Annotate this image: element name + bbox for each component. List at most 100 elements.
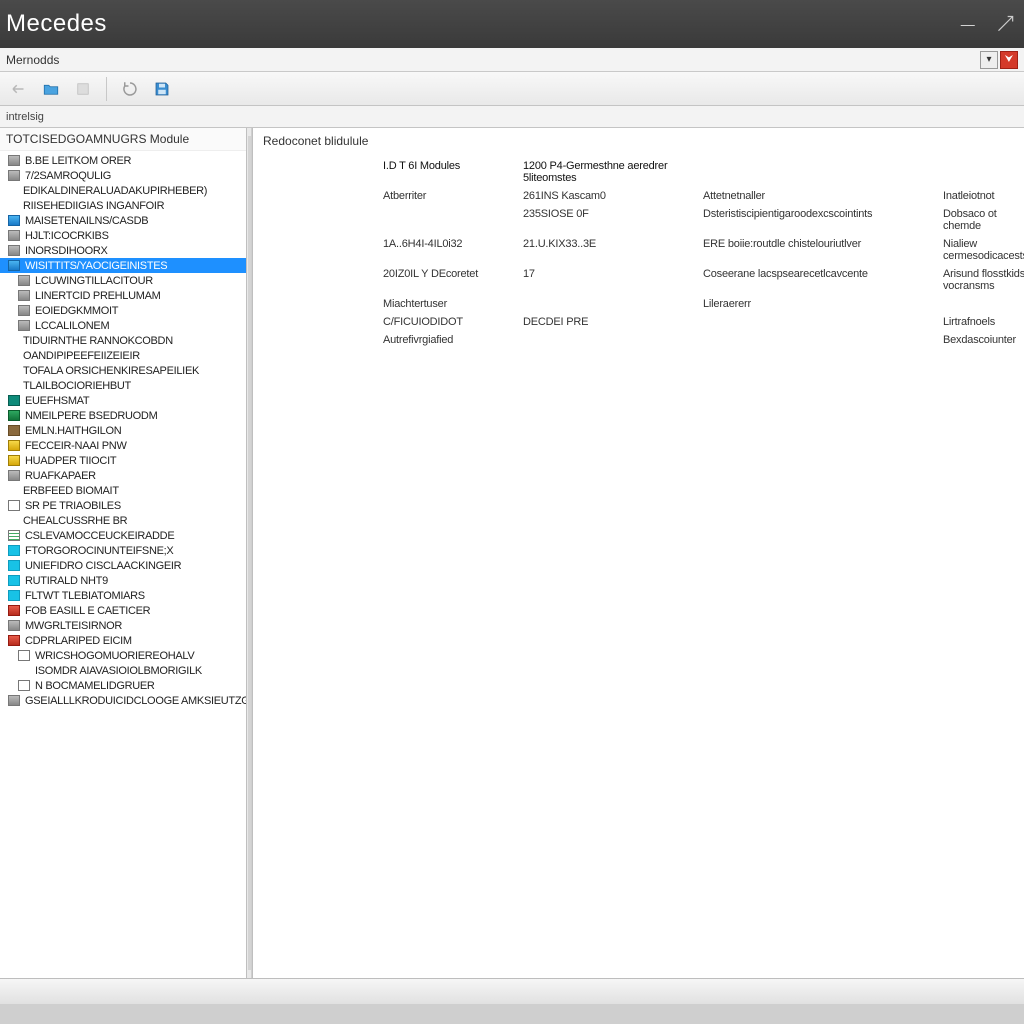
module-icon: [8, 230, 20, 241]
tree-item[interactable]: HUADPER TIIOCIT: [0, 453, 246, 468]
tree-item-label: WRICSHOGOMUORIEREOHALV: [35, 650, 194, 662]
tree-item[interactable]: SR PE TRIAOBILES: [0, 498, 246, 513]
app-title: Mecedes: [6, 10, 107, 38]
detail-panel: Redoconet blidulule I.D T 6I Modules1200…: [252, 128, 1024, 978]
detail-cell: 1A..6H4I-4IL0i32: [383, 238, 513, 262]
tree-item[interactable]: TOFALA ORSICHENKIRESAPEILIEK: [0, 363, 246, 378]
module-icon: [8, 410, 20, 421]
detail-grid: I.D T 6I Modules1200 P4-Germesthne aered…: [253, 154, 1024, 352]
tree-item-label: N BOCMAMELIDGRUER: [35, 680, 155, 692]
tree-item-label: WISITTITS/YAOCIGEINISTES: [25, 260, 167, 272]
splitter-handle[interactable]: [247, 128, 252, 978]
footer-strip: [0, 1004, 1024, 1024]
tree-item[interactable]: FTORGOROCINUNTEIFSNE;X: [0, 543, 246, 558]
detail-cell: [703, 334, 933, 346]
module-icon: [18, 275, 30, 286]
module-icon: [18, 680, 30, 691]
tree-item[interactable]: MWGRLTEISIRNOR: [0, 618, 246, 633]
tree-item-label: ERBFEED BIOMAIT: [23, 485, 119, 497]
tree-item[interactable]: LCUWINGTILLACITOUR: [0, 273, 246, 288]
detail-cell: 1200 P4-Germesthne aeredrer 5liteomstes: [523, 160, 693, 184]
tree-item-label: GSEIALLLKRODUICIDCLOOGE AMKSIEUTZG: [25, 695, 246, 707]
detail-cell: Coseerane lacspsearecetlcavcente: [703, 268, 933, 292]
tool-refresh-icon[interactable]: [115, 76, 145, 102]
detail-cell: C/FICUIODIDOT: [383, 316, 513, 328]
menubar: Mernodds ▾ ⮟: [0, 48, 1024, 72]
tree-item[interactable]: B.BE LEITKOM ORER: [0, 153, 246, 168]
tree-item-label: CDPRLARIPED EICIM: [25, 635, 132, 647]
help-icon[interactable]: [994, 12, 1018, 36]
tree-item[interactable]: FLTWT TLEBIATOMIARS: [0, 588, 246, 603]
tree-item[interactable]: ISOMDR AIAVASIOIOLBMORIGILK: [0, 663, 246, 678]
module-icon: [8, 590, 20, 601]
tree-item[interactable]: FOB EASILL E CAETICER: [0, 603, 246, 618]
tree-item[interactable]: EMLN.HAITHGILON: [0, 423, 246, 438]
tree-item[interactable]: TLAILBOCIORIEHBUT: [0, 378, 246, 393]
detail-cell: ERE boiie:routdle chistelouriutlver: [703, 238, 933, 262]
tree-item[interactable]: LCCALILONEM: [0, 318, 246, 333]
minimize-button[interactable]: —: [956, 12, 980, 36]
detail-cell: Bexdascoiunter: [943, 334, 1024, 346]
tree-item-label: EUEFHSMAT: [25, 395, 89, 407]
tree-item[interactable]: RUTIRALD NHT9: [0, 573, 246, 588]
tree-item-label: RUAFKAPAER: [25, 470, 96, 482]
tree-item[interactable]: CSLEVAMOCCEUCKEIRADDE: [0, 528, 246, 543]
tree-item-label: FTORGOROCINUNTEIFSNE;X: [25, 545, 173, 557]
tree-item[interactable]: ERBFEED BIOMAIT: [0, 483, 246, 498]
module-icon: [8, 695, 20, 706]
tool-disabled-icon: [68, 76, 98, 102]
detail-header: Redoconet blidulule: [253, 128, 1024, 154]
detail-cell: [383, 208, 513, 232]
detail-cell: Nialiew cermesodicacests: [943, 238, 1024, 262]
module-tree[interactable]: B.BE LEITKOM ORER7/2SAMROQULIGEDIKALDINE…: [0, 151, 246, 716]
tree-item[interactable]: UNIEFIDRO CISCLAACKINGEIR: [0, 558, 246, 573]
detail-cell: [703, 316, 933, 328]
module-icon: [18, 650, 30, 661]
tree-item-label: B.BE LEITKOM ORER: [25, 155, 131, 167]
tree-item[interactable]: CHEALCUSSRHE BR: [0, 513, 246, 528]
detail-cell: [943, 160, 1024, 184]
tree-item-label: INORSDIHOORX: [25, 245, 108, 257]
titlebar: Mecedes —: [0, 0, 1024, 48]
tree-item-label: CSLEVAMOCCEUCKEIRADDE: [25, 530, 174, 542]
tool-folder-icon[interactable]: [36, 76, 66, 102]
tree-item-label: RIISEHEDIIGIAS INGANFOIR: [23, 200, 164, 212]
tree-item[interactable]: NMEILPERE BSEDRUODM: [0, 408, 246, 423]
module-icon: [8, 425, 20, 436]
tree-item[interactable]: EUEFHSMAT: [0, 393, 246, 408]
tree-item[interactable]: TIDUIRNTHE RANNOKCOBDN: [0, 333, 246, 348]
tree-item[interactable]: RIISEHEDIIGIAS INGANFOIR: [0, 198, 246, 213]
tree-item[interactable]: RUAFKAPAER: [0, 468, 246, 483]
tree-item-label: HJLT:ICOCRKIBS: [25, 230, 109, 242]
tree-item[interactable]: CDPRLARIPED EICIM: [0, 633, 246, 648]
menu-item-main[interactable]: Mernodds: [6, 53, 59, 67]
tree-item[interactable]: N BOCMAMELIDGRUER: [0, 678, 246, 693]
tree-item[interactable]: EOIEDGKMMOIT: [0, 303, 246, 318]
tree-item[interactable]: OANDIPIPEEFEIIZEIEIR: [0, 348, 246, 363]
tree-item[interactable]: FECCEIR-NAAI PNW: [0, 438, 246, 453]
tool-save-icon[interactable]: [147, 76, 177, 102]
tool-back-icon[interactable]: [4, 76, 34, 102]
tree-item-label: FOB EASILL E CAETICER: [25, 605, 150, 617]
tree-item[interactable]: LINERTCID PREHLUMAM: [0, 288, 246, 303]
tree-item[interactable]: WRICSHOGOMUORIEREOHALV: [0, 648, 246, 663]
tree-item[interactable]: HJLT:ICOCRKIBS: [0, 228, 246, 243]
tree-item[interactable]: 7/2SAMROQULIG: [0, 168, 246, 183]
detail-cell: 20IZ0IL Y DEcoretet: [383, 268, 513, 292]
tree-item-label: CHEALCUSSRHE BR: [23, 515, 127, 527]
tree-item-label: EMLN.HAITHGILON: [25, 425, 121, 437]
workspace: TOTCISEDGOAMNUGRS Module B.BE LEITKOM OR…: [0, 128, 1024, 978]
tree-item[interactable]: EDIKALDINERALUADAKUPIRHEBER): [0, 183, 246, 198]
tree-item-label: MWGRLTEISIRNOR: [25, 620, 122, 632]
module-icon: [8, 560, 20, 571]
pdf-button[interactable]: ⮟: [1000, 51, 1018, 69]
tree-item-label: LCUWINGTILLACITOUR: [35, 275, 153, 287]
detail-cell: Autrefivrgiafied: [383, 334, 513, 346]
detail-cell: Arisund flosstkidsi vocransms: [943, 268, 1024, 292]
tree-item-label: MAISETENAILNS/CASDB: [25, 215, 148, 227]
tree-item[interactable]: MAISETENAILNS/CASDB: [0, 213, 246, 228]
tree-item[interactable]: WISITTITS/YAOCIGEINISTES: [0, 258, 246, 273]
tree-item[interactable]: GSEIALLLKRODUICIDCLOOGE AMKSIEUTZG: [0, 693, 246, 708]
dropdown-button[interactable]: ▾: [980, 51, 998, 69]
tree-item[interactable]: INORSDIHOORX: [0, 243, 246, 258]
